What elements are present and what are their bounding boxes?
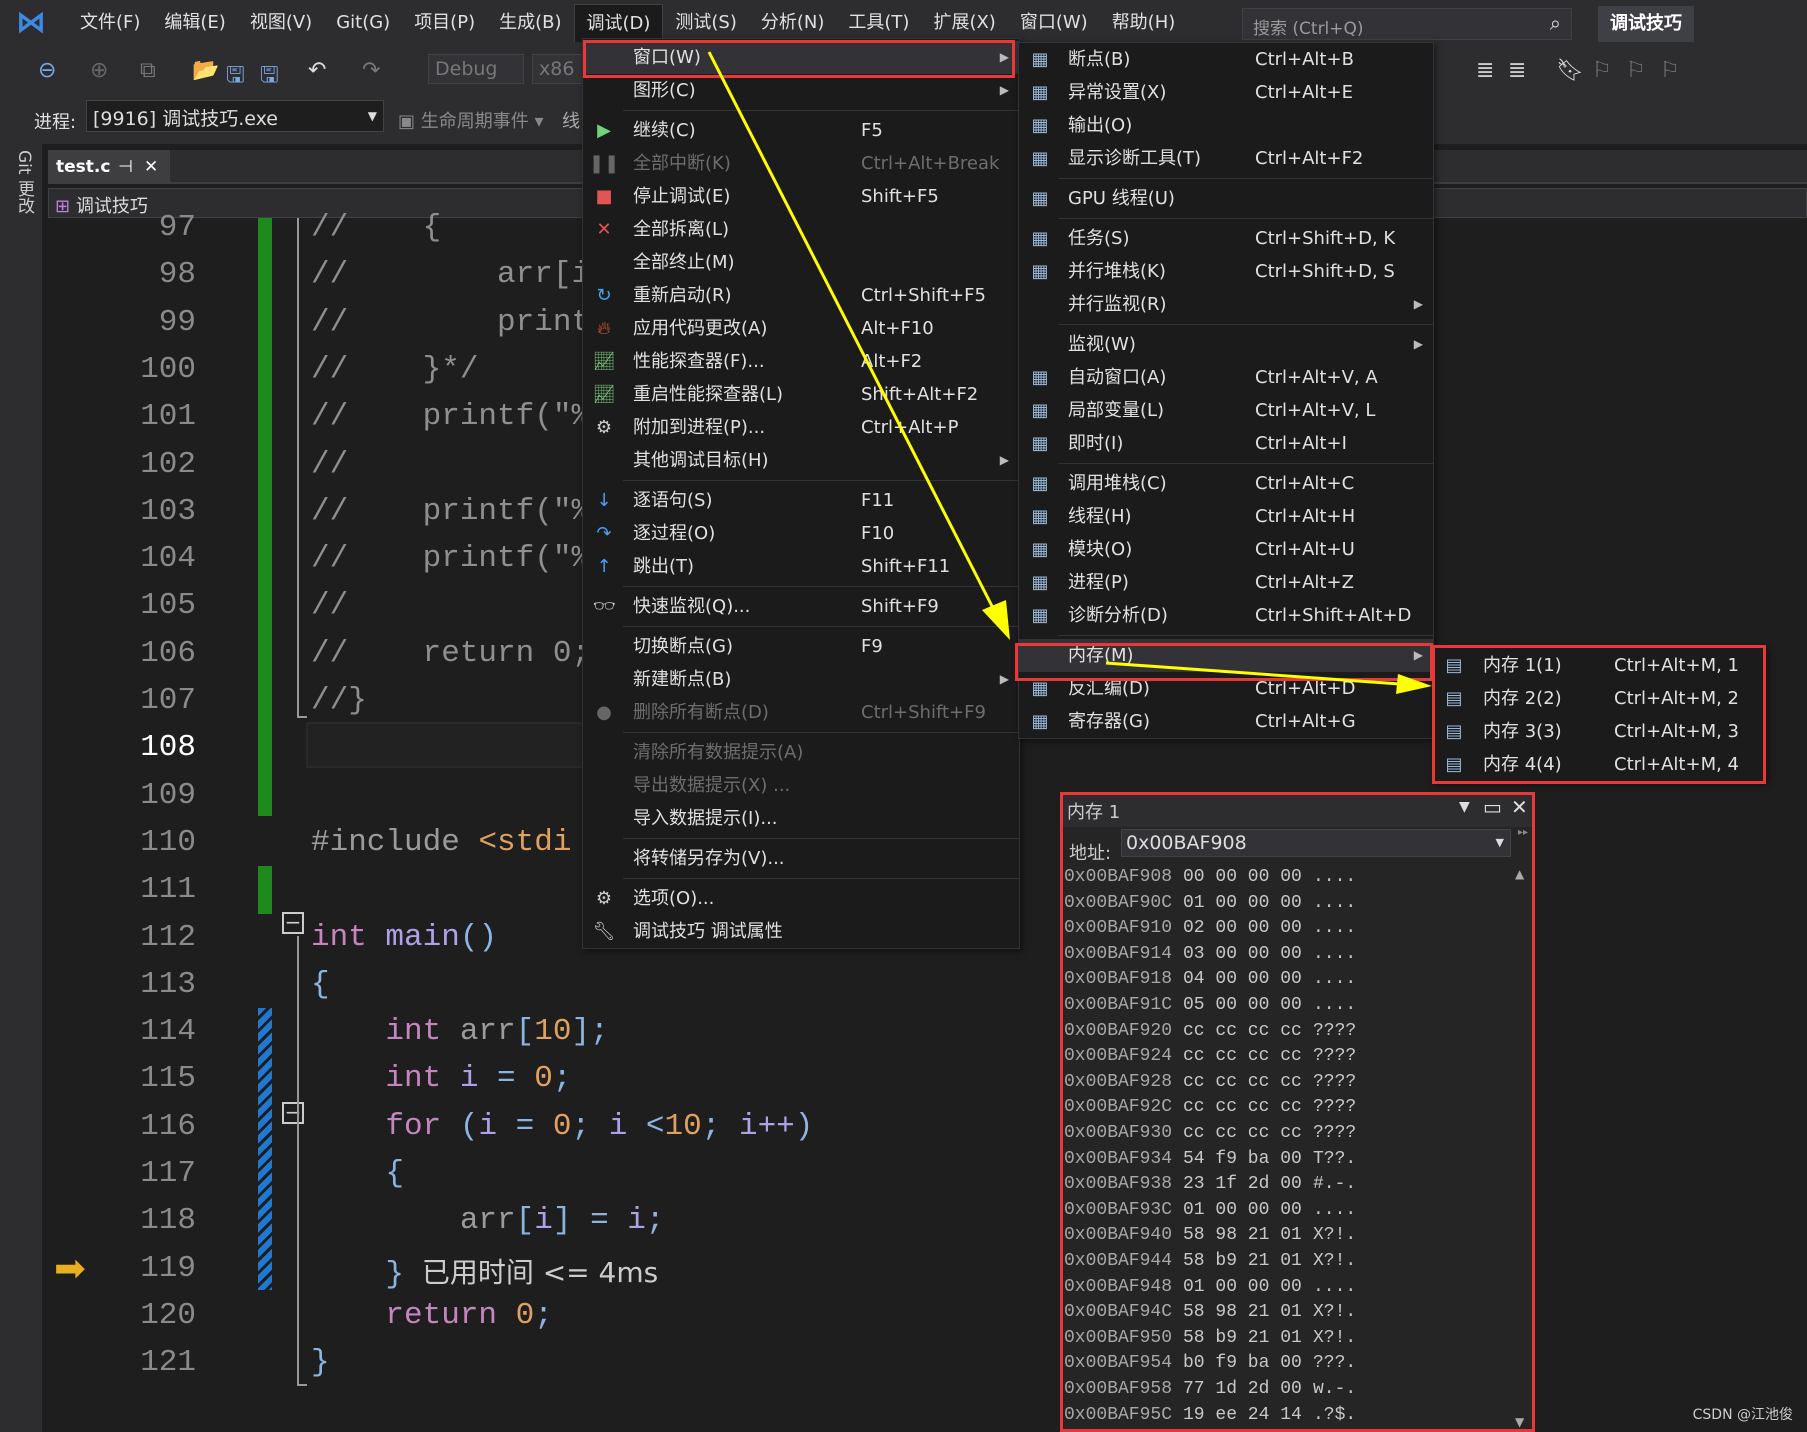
arrow-head-2 [1396, 674, 1432, 694]
arrow-line-2 [1105, 661, 1401, 686]
annotation-arrows [707, 51, 1432, 694]
arrow-line-1 [707, 51, 997, 613]
arrow-head-1 [982, 600, 1010, 640]
watermark-credit: CSDN @江池俊 [1692, 1407, 1793, 1423]
